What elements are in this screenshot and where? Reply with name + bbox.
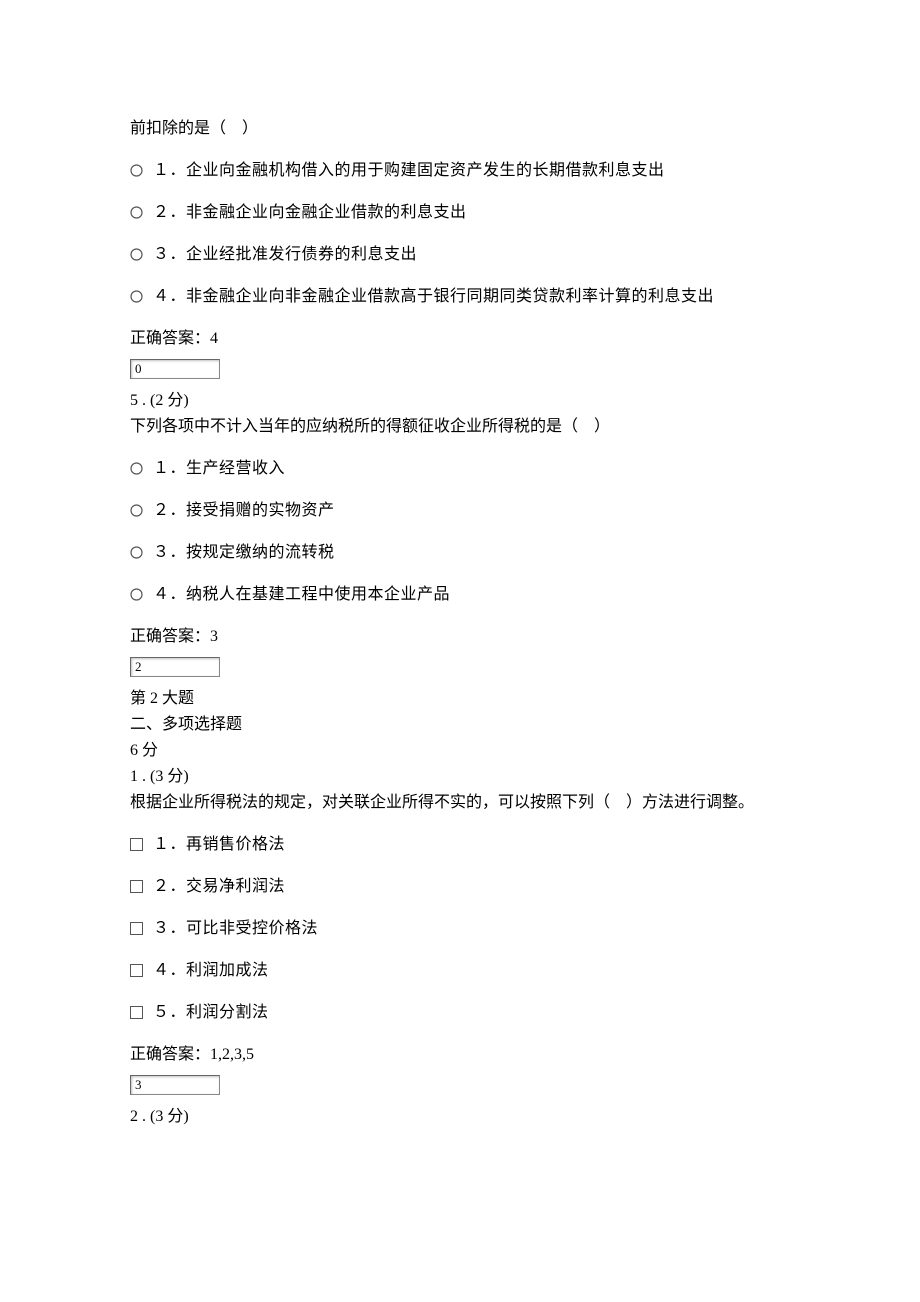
radio-icon xyxy=(130,164,143,177)
s2q1-answer: 正确答案：1,2,3,5 xyxy=(130,1043,790,1067)
q4-option-3[interactable]: ３．企业经批准发行债券的利息支出 xyxy=(130,243,790,267)
option-label: ２．非金融企业向金融企业借款的利息支出 xyxy=(153,201,467,225)
option-label: ４．利润加成法 xyxy=(153,959,269,983)
section2-title1: 第 2 大题 xyxy=(130,687,790,711)
q5-option-4[interactable]: ４．纳税人在基建工程中使用本企业产品 xyxy=(130,583,790,607)
checkbox-icon xyxy=(130,1006,143,1019)
s2q1-header: 1 . (3 分) xyxy=(130,765,790,789)
s2q1-option-5[interactable]: ５．利润分割法 xyxy=(130,1001,790,1025)
option-label: ５．利润分割法 xyxy=(153,1001,269,1025)
s2q1-option-4[interactable]: ４．利润加成法 xyxy=(130,959,790,983)
radio-icon xyxy=(130,290,143,303)
s2q2-header: 2 . (3 分) xyxy=(130,1105,790,1129)
s2q1-score-input-wrap xyxy=(130,1073,790,1097)
q4-score-input-wrap xyxy=(130,357,790,381)
option-label: ３．按规定缴纳的流转税 xyxy=(153,541,335,565)
checkbox-icon xyxy=(130,922,143,935)
option-label: ３．可比非受控价格法 xyxy=(153,917,318,941)
section2-title2: 二、多项选择题 xyxy=(130,713,790,737)
s2q1-option-1[interactable]: １．再销售价格法 xyxy=(130,833,790,857)
option-label: ２．接受捐赠的实物资产 xyxy=(153,499,335,523)
s2q1-option-3[interactable]: ３．可比非受控价格法 xyxy=(130,917,790,941)
option-label: ２．交易净利润法 xyxy=(153,875,285,899)
s2q1-score-input[interactable] xyxy=(130,1075,220,1095)
q5-option-3[interactable]: ３．按规定缴纳的流转税 xyxy=(130,541,790,565)
radio-icon xyxy=(130,462,143,475)
section2-points: 6 分 xyxy=(130,739,790,763)
s2q1-stem: 根据企业所得税法的规定，对关联企业所得不实的，可以按照下列（ ）方法进行调整。 xyxy=(130,791,790,815)
radio-icon xyxy=(130,248,143,261)
checkbox-icon xyxy=(130,964,143,977)
q5-answer: 正确答案：3 xyxy=(130,625,790,649)
option-label: ３．企业经批准发行债券的利息支出 xyxy=(153,243,417,267)
q5-stem: 下列各项中不计入当年的应纳税所的得额征收企业所得税的是（ ） xyxy=(130,415,790,439)
q4-option-2[interactable]: ２．非金融企业向金融企业借款的利息支出 xyxy=(130,201,790,225)
checkbox-icon xyxy=(130,880,143,893)
q4-score-input[interactable] xyxy=(130,359,220,379)
q5-option-1[interactable]: １．生产经营收入 xyxy=(130,457,790,481)
q5-score-input-wrap xyxy=(130,655,790,679)
q5-score-input[interactable] xyxy=(130,657,220,677)
q4-stem: 前扣除的是（ ） xyxy=(130,117,790,141)
checkbox-icon xyxy=(130,838,143,851)
q4-option-4[interactable]: ４．非金融企业向非金融企业借款高于银行同期同类贷款利率计算的利息支出 xyxy=(130,285,790,309)
radio-icon xyxy=(130,504,143,517)
option-label: １．再销售价格法 xyxy=(153,833,285,857)
q5-option-2[interactable]: ２．接受捐赠的实物资产 xyxy=(130,499,790,523)
q4-option-1[interactable]: １．企业向金融机构借入的用于购建固定资产发生的长期借款利息支出 xyxy=(130,159,790,183)
option-label: ４．非金融企业向非金融企业借款高于银行同期同类贷款利率计算的利息支出 xyxy=(153,285,714,309)
q4-answer: 正确答案：4 xyxy=(130,327,790,351)
option-label: １．生产经营收入 xyxy=(153,457,285,481)
radio-icon xyxy=(130,206,143,219)
radio-icon xyxy=(130,546,143,559)
s2q1-option-2[interactable]: ２．交易净利润法 xyxy=(130,875,790,899)
option-label: ４．纳税人在基建工程中使用本企业产品 xyxy=(153,583,450,607)
q5-header: 5 . (2 分) xyxy=(130,389,790,413)
option-label: １．企业向金融机构借入的用于购建固定资产发生的长期借款利息支出 xyxy=(153,159,665,183)
radio-icon xyxy=(130,588,143,601)
